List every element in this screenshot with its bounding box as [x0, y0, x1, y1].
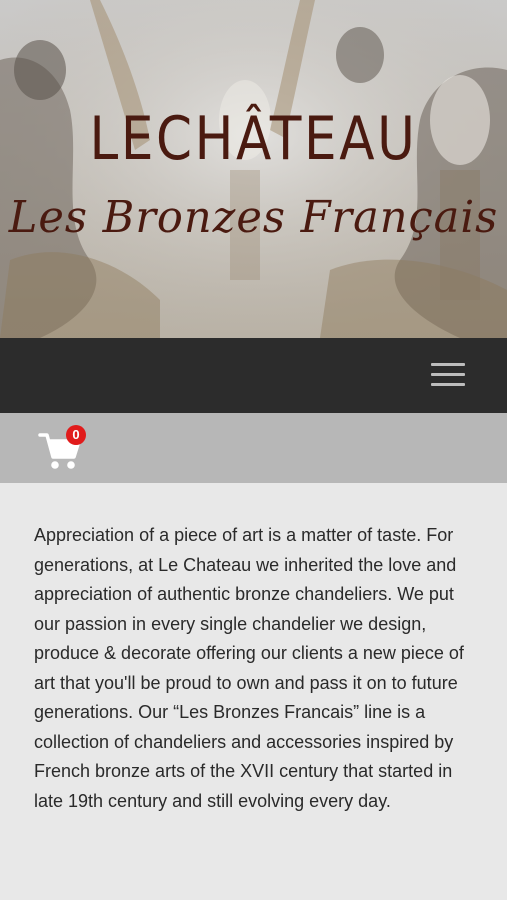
- logo-title: LECHÂTEAU: [89, 104, 418, 174]
- cart-count-badge: 0: [66, 425, 86, 445]
- navigation-bar: [0, 338, 507, 413]
- logo-subtitle: Les Bronzes Français: [8, 192, 499, 243]
- menu-line: [431, 363, 465, 366]
- main-content: Appreciation of a piece of art is a matt…: [0, 483, 507, 900]
- hamburger-menu-icon[interactable]: [431, 361, 465, 389]
- menu-line: [431, 383, 465, 386]
- cart-button[interactable]: 0: [38, 425, 86, 473]
- cart-bar: 0: [0, 413, 507, 483]
- menu-line: [431, 373, 465, 376]
- intro-paragraph: Appreciation of a piece of art is a matt…: [34, 525, 464, 811]
- hero-banner: LECHÂTEAU Les Bronzes Français: [0, 0, 507, 338]
- site-logo[interactable]: LECHÂTEAU Les Bronzes Français: [0, 0, 507, 338]
